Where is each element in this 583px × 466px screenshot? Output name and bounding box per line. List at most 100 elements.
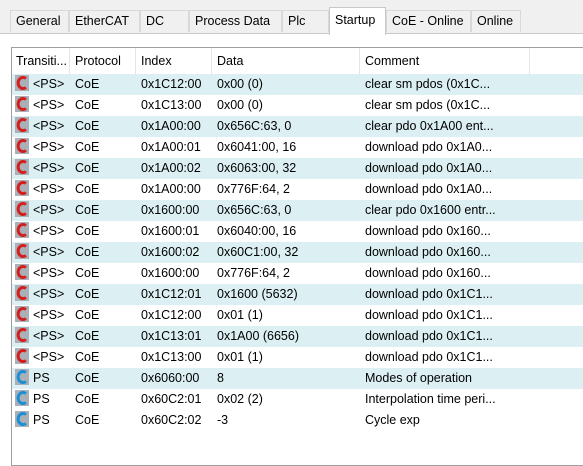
cell-transition: <PS> bbox=[12, 242, 70, 263]
tab-dc[interactable]: DC bbox=[140, 10, 189, 32]
coe-red-icon bbox=[15, 201, 29, 218]
coe-blue-icon bbox=[15, 390, 29, 407]
cell-protocol: CoE bbox=[75, 161, 100, 175]
transition-text: <PS> bbox=[33, 182, 65, 196]
coe-red-icon bbox=[15, 75, 29, 92]
table-row[interactable]: <PS> CoE 0x1600:00 0x776F:64, 2 download pdo… bbox=[12, 263, 583, 284]
cell-comment: clear sm pdos (0x1C... bbox=[365, 98, 491, 112]
cell-protocol: CoE bbox=[75, 245, 100, 259]
coe-red-icon bbox=[15, 327, 29, 344]
cell-index: 0x1C13:00 bbox=[141, 350, 202, 364]
coe-red-icon bbox=[15, 243, 29, 260]
cell-protocol: CoE bbox=[75, 266, 100, 280]
table-row[interactable]: <PS> CoE 0x1C12:00 0x00 (0) clear sm pdos (0… bbox=[12, 74, 583, 95]
cell-data: 0x01 (1) bbox=[217, 308, 263, 322]
coe-red-icon bbox=[15, 306, 29, 323]
column-header-protocol[interactable]: Protocol bbox=[70, 48, 136, 74]
cell-comment: download pdo 0x1C1... bbox=[365, 350, 493, 364]
cell-protocol: CoE bbox=[75, 413, 100, 427]
cell-comment: clear sm pdos (0x1C... bbox=[365, 77, 491, 91]
cell-protocol: CoE bbox=[75, 77, 100, 91]
cell-transition: <PS> bbox=[12, 305, 70, 326]
table-row[interactable]: PS CoE 0x60C2:02 -3 Cycle exp bbox=[12, 410, 583, 431]
table-row[interactable]: <PS> CoE 0x1C12:01 0x1600 (5632) download pd… bbox=[12, 284, 583, 305]
cell-data: 0x656C:63, 0 bbox=[217, 203, 292, 217]
cell-protocol: CoE bbox=[75, 329, 100, 343]
coe-red-icon bbox=[15, 348, 29, 365]
tab-plc[interactable]: Plc bbox=[282, 10, 329, 32]
cell-comment: clear pdo 0x1A00 ent... bbox=[365, 119, 494, 133]
table-row[interactable]: <PS> CoE 0x1C13:00 0x00 (0) clear sm pdos (0… bbox=[12, 95, 583, 116]
table-row[interactable]: <PS> CoE 0x1600:00 0x656C:63, 0 clear pdo 0x… bbox=[12, 200, 583, 221]
cell-data: 0x1600 (5632) bbox=[217, 287, 298, 301]
coe-blue-icon bbox=[15, 369, 29, 386]
cell-protocol: CoE bbox=[75, 392, 100, 406]
cell-protocol: CoE bbox=[75, 119, 100, 133]
transition-text: <PS> bbox=[33, 203, 65, 217]
list-header: Transiti... Protocol Index Data Comment bbox=[12, 48, 583, 74]
table-row[interactable]: <PS> CoE 0x1C13:01 0x1A00 (6656) download pd… bbox=[12, 326, 583, 347]
cell-protocol: CoE bbox=[75, 371, 100, 385]
cell-index: 0x1A00:00 bbox=[141, 119, 201, 133]
cell-comment: download pdo 0x160... bbox=[365, 224, 491, 238]
cell-transition: PS bbox=[12, 410, 70, 431]
column-header-data[interactable]: Data bbox=[212, 48, 360, 74]
cell-transition: <PS> bbox=[12, 347, 70, 368]
transition-text: <PS> bbox=[33, 98, 65, 112]
table-row[interactable]: PS CoE 0x60C2:01 0x02 (2) Interpolation time… bbox=[12, 389, 583, 410]
table-row[interactable]: <PS> CoE 0x1A00:02 0x6063:00, 32 download pd… bbox=[12, 158, 583, 179]
cell-index: 0x1A00:01 bbox=[141, 140, 201, 154]
cell-protocol: CoE bbox=[75, 98, 100, 112]
cell-index: 0x1C13:00 bbox=[141, 98, 202, 112]
tab-online[interactable]: Online bbox=[471, 10, 521, 32]
table-row[interactable]: <PS> CoE 0x1C12:00 0x01 (1) download pdo 0x1… bbox=[12, 305, 583, 326]
column-header-index[interactable]: Index bbox=[136, 48, 212, 74]
cell-protocol: CoE bbox=[75, 350, 100, 364]
tab-coe-online[interactable]: CoE - Online bbox=[386, 10, 471, 32]
tab-process-data[interactable]: Process Data bbox=[189, 10, 282, 32]
cell-data: -3 bbox=[217, 413, 229, 427]
tab-startup[interactable]: Startup bbox=[329, 7, 386, 35]
cell-transition: <PS> bbox=[12, 74, 70, 95]
cell-data: 0x776F:64, 2 bbox=[217, 266, 290, 280]
cell-comment: download pdo 0x160... bbox=[365, 245, 491, 259]
cell-index: 0x1600:00 bbox=[141, 203, 200, 217]
cell-data: 0x6040:00, 16 bbox=[217, 224, 297, 238]
cell-transition: PS bbox=[12, 368, 70, 389]
cell-protocol: CoE bbox=[75, 308, 100, 322]
cell-comment: download pdo 0x1A0... bbox=[365, 161, 493, 175]
transition-text: <PS> bbox=[33, 329, 65, 343]
column-header-comment[interactable]: Comment bbox=[360, 48, 530, 74]
table-row[interactable]: <PS> CoE 0x1C13:00 0x01 (1) download pdo 0x1… bbox=[12, 347, 583, 368]
table-row[interactable]: <PS> CoE 0x1600:01 0x6040:00, 16 download pd… bbox=[12, 221, 583, 242]
cell-comment: download pdo 0x1C1... bbox=[365, 287, 493, 301]
coe-red-icon bbox=[15, 180, 29, 197]
startup-list[interactable]: Transiti... Protocol Index Data Comment … bbox=[11, 47, 583, 466]
cell-data: 8 bbox=[217, 371, 224, 385]
cell-index: 0x60C2:01 bbox=[141, 392, 202, 406]
cell-transition: <PS> bbox=[12, 137, 70, 158]
table-row[interactable]: PS CoE 0x6060:00 8 Modes of operation bbox=[12, 368, 583, 389]
cell-data: 0x776F:64, 2 bbox=[217, 182, 290, 196]
tab-general[interactable]: General bbox=[10, 10, 69, 32]
transition-text: PS bbox=[33, 371, 50, 385]
tab-ethercat[interactable]: EtherCAT bbox=[69, 10, 140, 32]
transition-text: <PS> bbox=[33, 266, 65, 280]
table-row[interactable]: <PS> CoE 0x1A00:01 0x6041:00, 16 download pd… bbox=[12, 137, 583, 158]
table-row[interactable]: <PS> CoE 0x1A00:00 0x776F:64, 2 download pdo… bbox=[12, 179, 583, 200]
column-header-transition[interactable]: Transiti... bbox=[12, 48, 70, 74]
coe-red-icon bbox=[15, 138, 29, 155]
cell-comment: clear pdo 0x1600 entr... bbox=[365, 203, 496, 217]
cell-index: 0x1600:00 bbox=[141, 266, 200, 280]
cell-index: 0x1C12:00 bbox=[141, 77, 202, 91]
transition-text: <PS> bbox=[33, 140, 65, 154]
cell-protocol: CoE bbox=[75, 182, 100, 196]
table-row[interactable]: <PS> CoE 0x1600:02 0x60C1:00, 32 download pd… bbox=[12, 242, 583, 263]
cell-comment: Cycle exp bbox=[365, 413, 420, 427]
cell-data: 0x6041:00, 16 bbox=[217, 140, 297, 154]
cell-transition: <PS> bbox=[12, 200, 70, 221]
table-row[interactable]: <PS> CoE 0x1A00:00 0x656C:63, 0 clear pdo 0x… bbox=[12, 116, 583, 137]
coe-red-icon bbox=[15, 222, 29, 239]
cell-index: 0x1C12:00 bbox=[141, 308, 202, 322]
cell-index: 0x60C2:02 bbox=[141, 413, 202, 427]
